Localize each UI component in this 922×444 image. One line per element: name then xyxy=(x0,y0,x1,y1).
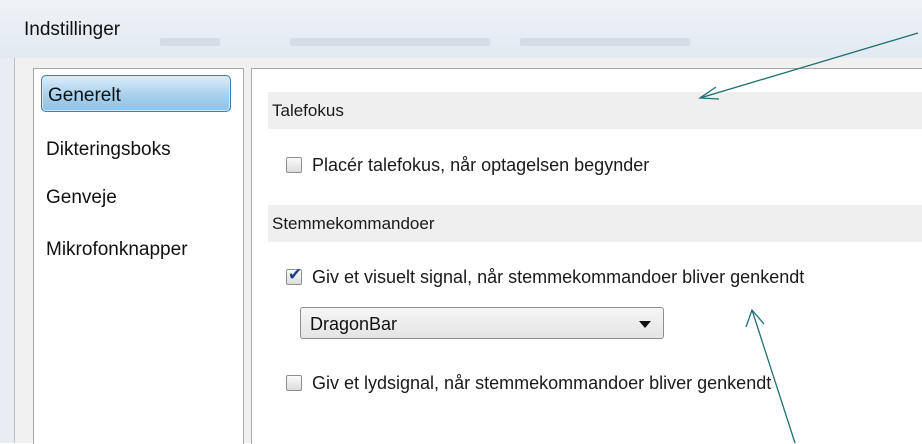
dropdown-selected-value: DragonBar xyxy=(310,314,398,334)
nav-item-mikrofonknapper[interactable]: Mikrofonknapper xyxy=(46,239,188,261)
talefokus-checkbox[interactable] xyxy=(286,157,302,173)
visual-signal-checkbox-label: Giv et visuelt signal, når stemmekommand… xyxy=(312,266,805,287)
nav-item-generelt[interactable]: Generelt xyxy=(41,75,231,112)
window-title: Indstillinger xyxy=(24,19,121,40)
sound-signal-checkbox-label: Giv et lydsignal, når stemmekommandoer b… xyxy=(312,372,772,393)
settings-nav: Generelt Dikteringsboks Genveje Mikrofon… xyxy=(33,68,244,444)
background-toolbar-ghost xyxy=(290,38,490,46)
background-toolbar-ghost xyxy=(160,38,220,46)
nav-item-genveje[interactable]: Genveje xyxy=(46,187,117,209)
window-edge xyxy=(0,58,15,443)
nav-item-dikteringsboks[interactable]: Dikteringsboks xyxy=(46,139,171,161)
settings-content: Talefokus Placér talefokus, når optagels… xyxy=(251,68,922,444)
chevron-down-icon xyxy=(639,321,651,328)
sound-signal-checkbox[interactable] xyxy=(286,375,302,391)
background-toolbar-ghost xyxy=(520,38,690,46)
visual-signal-dropdown[interactable]: DragonBar xyxy=(300,307,664,339)
visual-signal-checkbox-row[interactable]: ✔ Giv et visuelt signal, når stemmekomma… xyxy=(286,265,804,289)
section-header-stemmekommandoer: Stemmekommandoer xyxy=(268,205,922,242)
visual-signal-checkbox[interactable]: ✔ xyxy=(286,265,302,285)
talefokus-checkbox-label: Placér talefokus, når optagelsen begynde… xyxy=(312,154,650,175)
talefokus-checkbox-row[interactable]: Placér talefokus, når optagelsen begynde… xyxy=(286,153,649,177)
checkmark-icon: ✔ xyxy=(287,265,303,284)
section-header-talefokus: Talefokus xyxy=(268,92,922,129)
title-bar: Indstillinger xyxy=(0,0,922,59)
sound-signal-checkbox-row[interactable]: Giv et lydsignal, når stemmekommandoer b… xyxy=(286,371,771,395)
